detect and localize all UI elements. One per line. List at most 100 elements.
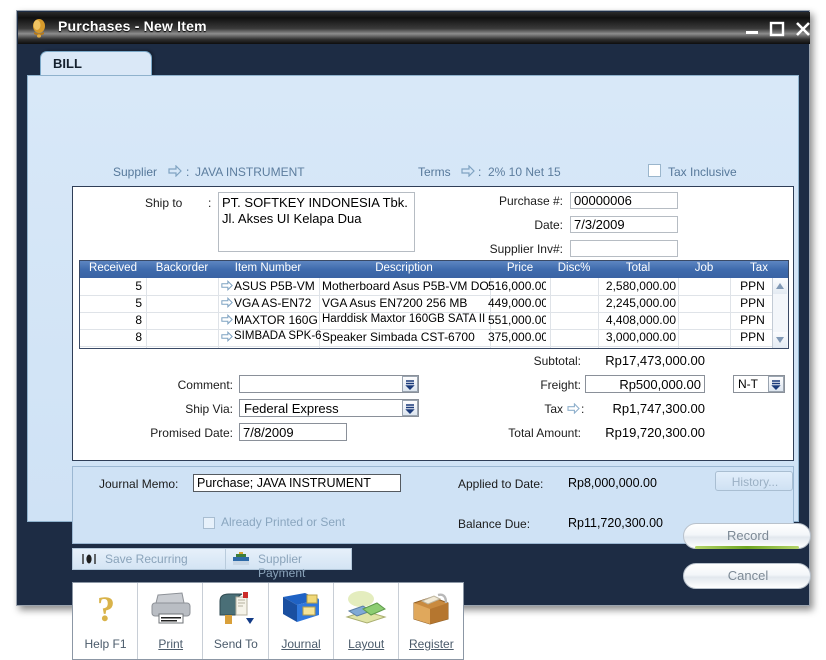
cell-description[interactable]: Harddisk Maxtor 160GB SATA II	[322, 313, 490, 325]
cell-received[interactable]: 5	[80, 296, 142, 310]
desktop-background: Purchases - New Item BILL Supplier: JAV…	[0, 0, 826, 660]
toolbar-layout[interactable]: Layout	[334, 583, 399, 659]
cell-received[interactable]: 5	[80, 279, 142, 293]
terms-value[interactable]: 2% 10 Net 15	[488, 165, 561, 179]
subtotal-label: Subtotal:	[533, 354, 581, 368]
window-titlebar: Purchases - New Item	[18, 12, 810, 44]
scroll-up-icon[interactable]	[773, 278, 787, 294]
col-received[interactable]: Received	[80, 262, 146, 274]
cell-total[interactable]: 2,245,000.00	[598, 296, 676, 310]
tax-value: Rp1,747,300.00	[612, 401, 705, 416]
terms-drilldown-icon[interactable]	[461, 164, 475, 182]
item-drilldown-icon[interactable]	[221, 296, 233, 311]
chevron-down-icon[interactable]	[402, 400, 418, 416]
table-row[interactable]: 8 MAXTOR 160G Harddisk Maxtor 160GB SATA…	[80, 312, 773, 330]
tax-code-combo[interactable]: N-T	[733, 375, 785, 393]
cell-price[interactable]: 449,000.00	[488, 296, 546, 310]
layout-icon	[334, 589, 399, 629]
date-label: Date:	[534, 218, 563, 232]
form-area: BILL Supplier : JAVA INSTRUMENT Terms : …	[27, 49, 799, 660]
cell-price[interactable]: 551,000.00	[488, 313, 546, 327]
close-icon[interactable]	[794, 20, 810, 38]
comment-combo[interactable]	[239, 375, 419, 393]
toolbar-register-label: Register	[409, 637, 454, 651]
mailbox-icon	[203, 589, 268, 629]
toolbar-send-to[interactable]: Send To	[203, 583, 269, 659]
cell-item-number[interactable]: SIMBADA SPK-66	[234, 330, 322, 342]
cell-total[interactable]: 2,580,000.00	[598, 279, 676, 293]
terms-label: Terms	[418, 165, 451, 179]
tax-inclusive-checkbox[interactable]	[648, 164, 661, 177]
cell-tax[interactable]: PPN	[732, 330, 773, 344]
table-row[interactable]: 5 ASUS P5B-VM Motherboard Asus P5B-VM DO…	[80, 278, 773, 296]
cell-item-number[interactable]: VGA AS-EN72	[234, 296, 319, 310]
cell-description[interactable]: Motherboard Asus P5B-VM DO	[322, 279, 490, 293]
item-drilldown-icon[interactable]	[221, 330, 233, 345]
cell-item-number[interactable]: ASUS P5B-VM	[234, 279, 319, 293]
cancel-button[interactable]: Cancel	[683, 563, 811, 589]
supplier-invoice-input[interactable]	[570, 240, 678, 257]
cell-total[interactable]: 4,408,000.00	[598, 313, 676, 327]
tab-bill[interactable]: BILL	[40, 51, 152, 77]
toolbar-register[interactable]: Register	[399, 583, 463, 659]
purchase-number-input[interactable]: 00000006	[570, 192, 678, 209]
toolbar-journal[interactable]: Journal	[269, 583, 334, 659]
save-recurring-label: Save Recurring	[105, 552, 188, 566]
toolbar-help-label: Help F1	[84, 637, 127, 651]
col-disc[interactable]: Disc%	[550, 262, 598, 274]
chevron-down-icon[interactable]	[402, 376, 418, 392]
freight-input[interactable]: Rp500,000.00	[585, 375, 705, 393]
cell-tax[interactable]: PPN	[732, 296, 773, 310]
save-recurring-button[interactable]: Save Recurring	[73, 549, 226, 569]
history-button[interactable]: History...	[715, 471, 793, 491]
promised-date-input[interactable]: 7/8/2009	[239, 423, 347, 441]
journal-memo-input[interactable]: Purchase; JAVA INSTRUMENT	[193, 474, 401, 492]
supplier-payment-button[interactable]: Supplier Payment	[226, 549, 352, 580]
minimize-icon[interactable]	[743, 20, 761, 38]
supplier-label: Supplier	[113, 165, 158, 179]
cell-tax[interactable]: PPN	[732, 313, 773, 327]
record-accent-underline	[695, 546, 799, 549]
col-total[interactable]: Total	[598, 262, 678, 274]
maximize-icon[interactable]	[768, 20, 786, 38]
supplier-value[interactable]: JAVA INSTRUMENT	[195, 165, 305, 179]
journal-memo-label: Journal Memo:	[99, 477, 179, 491]
cell-item-number[interactable]: MAXTOR 160G	[234, 313, 319, 327]
cell-tax[interactable]: PPN	[732, 279, 773, 293]
cell-price[interactable]: 516,000.00	[488, 279, 546, 293]
toolbar-help[interactable]: ? Help F1	[73, 583, 139, 659]
col-item-number[interactable]: Item Number	[218, 262, 318, 274]
scroll-down-icon[interactable]	[773, 332, 787, 348]
already-printed-checkbox[interactable]	[203, 517, 215, 529]
grid-scrollbar[interactable]	[772, 278, 788, 348]
journal-book-icon	[269, 589, 334, 629]
supplier-payment-label: Supplier Payment	[258, 552, 306, 580]
cell-price[interactable]: 375,000.00	[488, 330, 546, 344]
item-drilldown-icon[interactable]	[221, 279, 233, 294]
toolbar-print[interactable]: Print	[138, 583, 204, 659]
col-job[interactable]: Job	[678, 262, 730, 274]
table-row[interactable]: 8 SIMBADA SPK-66 Speaker Simbada CST-670…	[80, 329, 773, 347]
col-backorder[interactable]: Backorder	[146, 262, 218, 274]
item-drilldown-icon[interactable]	[221, 313, 233, 328]
chevron-down-icon[interactable]	[768, 376, 784, 392]
cancel-button-label: Cancel	[727, 568, 769, 583]
applied-to-date-label: Applied to Date:	[458, 477, 544, 491]
ship-to-label: Ship to	[145, 196, 183, 210]
table-row[interactable]: 5 VGA AS-EN72 VGA Asus EN7200 256 MB 449…	[80, 295, 773, 313]
supplier-drilldown-icon[interactable]	[168, 164, 182, 182]
cell-received[interactable]: 8	[80, 313, 142, 327]
tax-drilldown-icon[interactable]	[567, 401, 580, 419]
supplier-colon: :	[186, 165, 190, 179]
cell-received[interactable]: 8	[80, 330, 142, 344]
ship-via-combo[interactable]: Federal Express	[239, 399, 419, 417]
ship-to-textarea[interactable]: PT. SOFTKEY INDONESIA Tbk. Jl. Akses UI …	[218, 192, 415, 252]
cell-description[interactable]: VGA Asus EN7200 256 MB	[322, 296, 490, 310]
cell-total[interactable]: 3,000,000.00	[598, 330, 676, 344]
col-tax[interactable]: Tax	[730, 262, 788, 274]
payment-icon	[232, 552, 250, 571]
cell-description[interactable]: Speaker Simbada CST-6700	[322, 330, 490, 344]
date-input[interactable]: 7/3/2009	[570, 216, 678, 233]
col-price[interactable]: Price	[490, 262, 550, 274]
col-description[interactable]: Description	[318, 262, 490, 274]
